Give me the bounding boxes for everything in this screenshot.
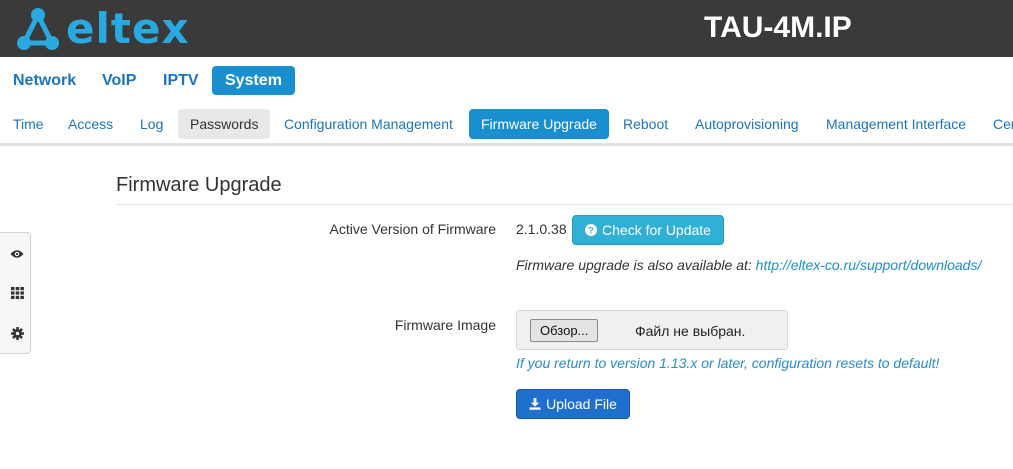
main-nav-system[interactable]: System [212, 66, 295, 95]
svg-text:?: ? [588, 225, 594, 235]
page-title: Firmware Upgrade [116, 174, 282, 196]
eltex-network-logo-icon [17, 8, 59, 50]
tab-autoprovisioning[interactable]: Autoprovisioning [695, 109, 799, 139]
grid-icon[interactable] [7, 283, 27, 303]
tab-firmware-upgrade[interactable]: Firmware Upgrade [469, 109, 609, 139]
question-circle-icon: ? [585, 224, 598, 236]
sub-nav: Time Access Log Passwords Configuration … [0, 103, 1013, 146]
browse-button[interactable]: Обзор... [530, 319, 599, 342]
tab-certificates-truncated[interactable]: Cer [993, 109, 1013, 139]
tab-access[interactable]: Access [68, 109, 113, 139]
active-version-value: 2.1.0.38 [516, 221, 567, 237]
firmware-file-input[interactable]: Обзор... Файл не выбран. [516, 310, 788, 350]
tab-log[interactable]: Log [140, 109, 163, 139]
tab-configuration-management[interactable]: Configuration Management [284, 109, 453, 139]
side-toolbar [0, 232, 31, 354]
eltex-logo[interactable]: eltex [14, 7, 190, 51]
main-nav-voip[interactable]: VoIP [102, 66, 136, 95]
firmware-image-label: Firmware Image [394, 317, 496, 333]
eye-icon[interactable] [7, 244, 27, 264]
tab-management-interface[interactable]: Management Interface [826, 109, 966, 139]
check-for-update-button[interactable]: ? Check for Update [572, 215, 724, 245]
download-icon [529, 398, 541, 410]
file-status-text: Файл не выбран. [635, 323, 746, 339]
tab-time[interactable]: Time [13, 109, 44, 139]
upgrade-hint: Firmware upgrade is also available at: h… [516, 257, 981, 273]
tab-reboot[interactable]: Reboot [623, 109, 668, 139]
gear-icon[interactable] [7, 323, 27, 343]
upload-file-label: Upload File [546, 396, 617, 412]
main-nav-network[interactable]: Network [13, 66, 76, 95]
main-nav: Network VoIP IPTV System [0, 57, 1013, 103]
top-header: eltex TAU-4M.IP [0, 0, 1013, 57]
main-nav-iptv[interactable]: IPTV [163, 66, 199, 95]
reset-warning: If you return to version 1.13.x or later… [516, 355, 940, 371]
upload-file-button[interactable]: Upload File [516, 389, 630, 419]
device-name: TAU-4M.IP [704, 11, 852, 44]
tab-passwords[interactable]: Passwords [178, 109, 271, 139]
check-for-update-label: Check for Update [602, 222, 711, 238]
upgrade-hint-text: Firmware upgrade is also available at: [516, 257, 752, 273]
active-version-label: Active Version of Firmware [329, 221, 497, 237]
downloads-link[interactable]: http://eltex-co.ru/support/downloads/ [756, 257, 982, 273]
title-divider [116, 204, 1013, 205]
logo-text: eltex [66, 4, 190, 53]
